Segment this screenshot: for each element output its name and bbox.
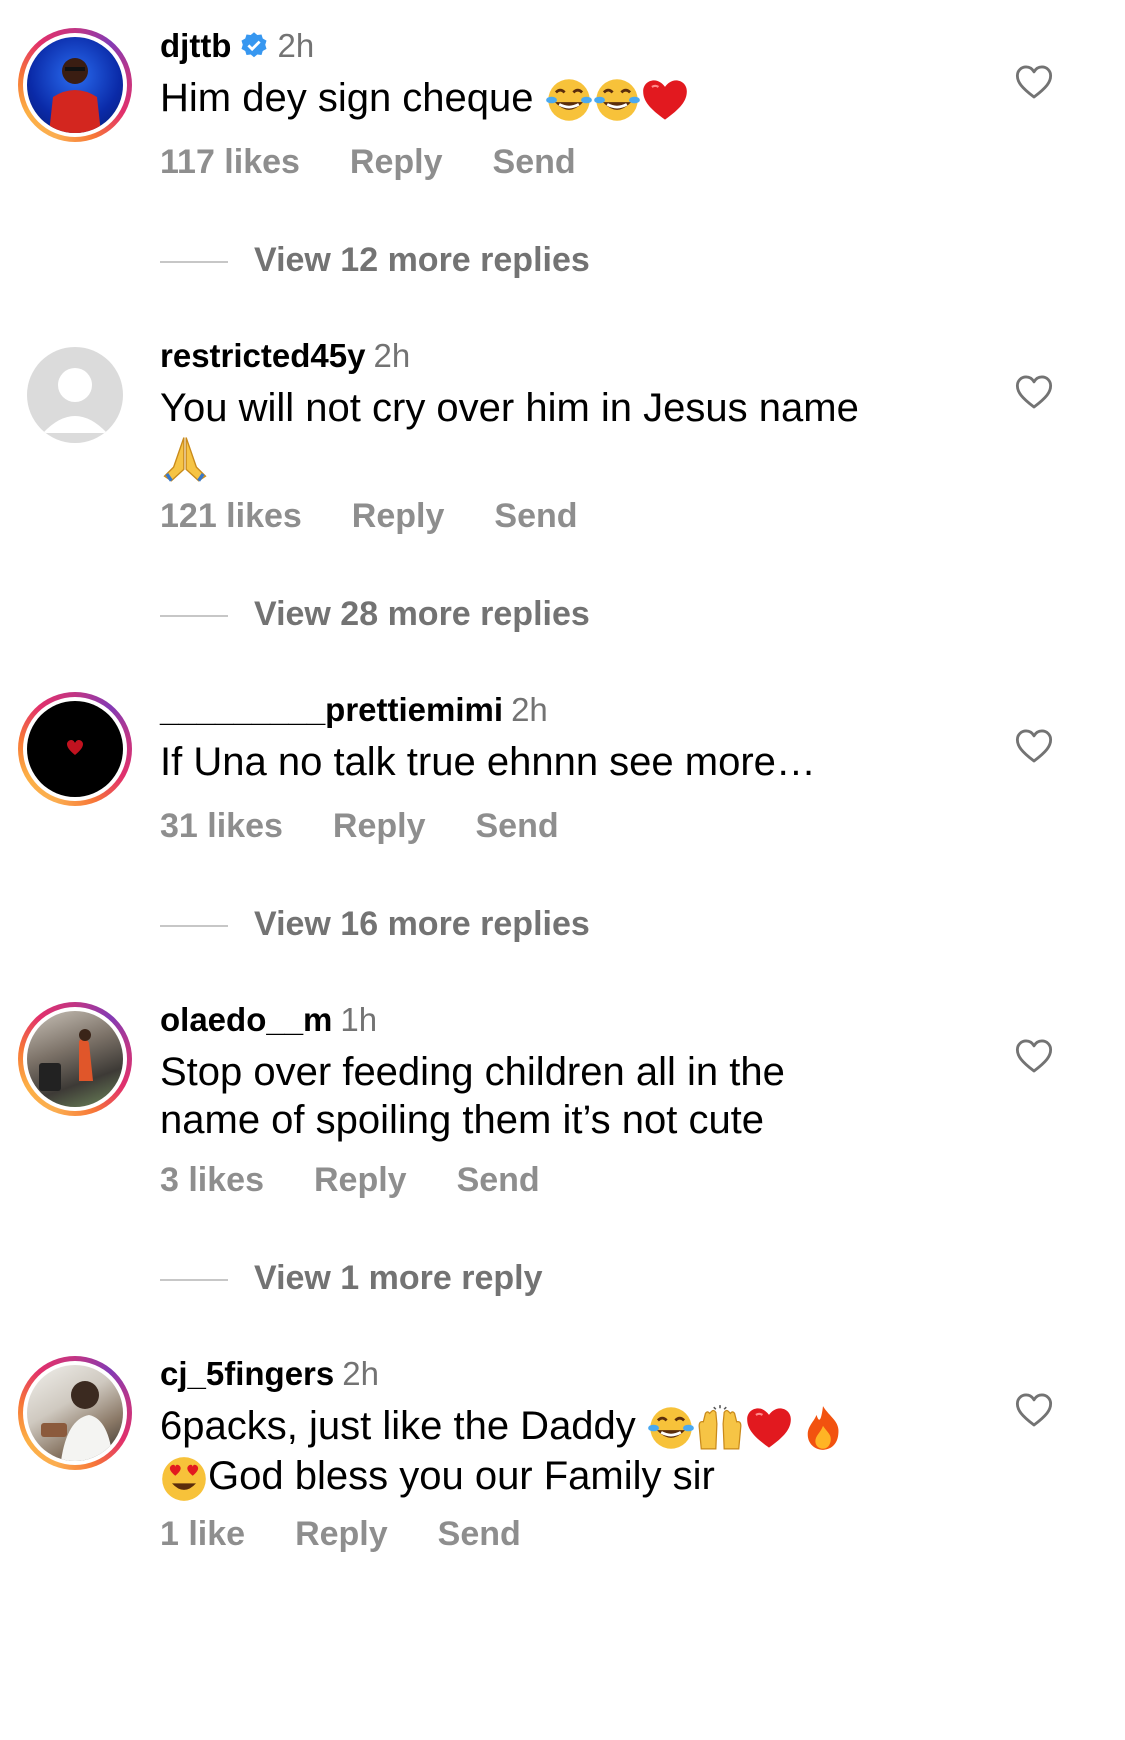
- comment-body: Him dey sign cheque: [160, 76, 534, 120]
- view-replies-label: View 28 more replies: [254, 595, 590, 633]
- send-button[interactable]: Send: [475, 807, 558, 845]
- view-replies-button[interactable]: View 12 more replies: [160, 240, 590, 280]
- comment-actions: 1 like Reply Send: [160, 1514, 571, 1554]
- comment-actions: 31 likes Reply Send: [160, 806, 609, 846]
- send-button[interactable]: Send: [494, 497, 577, 535]
- comment-body: You will not cry over him in Jesus name: [160, 386, 859, 430]
- comment-header: olaedo__m 1h: [160, 1000, 377, 1040]
- avatar: [27, 1365, 123, 1461]
- fire-emoji-icon: [801, 1404, 845, 1452]
- comment-text: Stop over feeding children all in the na…: [160, 1048, 940, 1144]
- comment-header: _________prettiemimi 2h: [160, 690, 548, 730]
- comment-header: restricted45y 2h: [160, 336, 410, 376]
- red-heart-emoji-icon: [641, 78, 689, 122]
- divider-line: [160, 925, 228, 928]
- default-user-icon: [43, 368, 107, 433]
- comment-header: cj_5fingers 2h: [160, 1354, 379, 1394]
- like-heart-icon[interactable]: [1015, 1038, 1053, 1074]
- comment-actions: 121 likes Reply Send: [160, 496, 628, 536]
- timestamp: 2h: [277, 27, 315, 64]
- avatar-ring[interactable]: [18, 1356, 132, 1470]
- person-photo-icon: [41, 1381, 113, 1461]
- comment-text: 6packs, just like the Daddy God bless yo…: [160, 1402, 1060, 1503]
- broken-heart-icon: [67, 740, 83, 755]
- send-button[interactable]: Send: [457, 1161, 540, 1199]
- praying-hands-emoji-icon: [160, 433, 210, 483]
- reply-button[interactable]: Reply: [333, 807, 426, 845]
- comment-body-line-1: 6packs, just like the Daddy: [160, 1404, 636, 1448]
- comment-actions: 3 likes Reply Send: [160, 1160, 590, 1200]
- avatar-ring[interactable]: [18, 338, 132, 452]
- comment-body[interactable]: If Una no talk true ehnnn see more…: [160, 740, 816, 784]
- avatar: [27, 347, 123, 443]
- username[interactable]: restricted45y: [160, 337, 365, 374]
- heart-eyes-emoji-icon: [160, 1455, 208, 1503]
- send-button[interactable]: Send: [493, 143, 576, 181]
- divider-line: [160, 615, 228, 618]
- username[interactable]: djttb: [160, 27, 231, 64]
- reply-button[interactable]: Reply: [295, 1515, 388, 1553]
- like-heart-icon[interactable]: [1015, 1392, 1053, 1428]
- comment-actions: 117 likes Reply Send: [160, 142, 626, 182]
- reply-button[interactable]: Reply: [314, 1161, 407, 1199]
- laughing-tears-emoji-icon: [647, 1404, 695, 1452]
- avatar: [27, 1011, 123, 1107]
- likes-count[interactable]: 1 like: [160, 1515, 245, 1553]
- comment-body-line-2: God bless you our Family sir: [208, 1454, 715, 1499]
- divider-line: [160, 1279, 228, 1282]
- username[interactable]: _________prettiemimi: [160, 691, 503, 728]
- comment-text: If Una no talk true ehnnn see more…: [160, 738, 940, 786]
- laughing-tears-emoji-icon: [593, 76, 641, 124]
- avatar-ring[interactable]: [18, 692, 132, 806]
- view-replies-button[interactable]: View 1 more reply: [160, 1258, 543, 1298]
- like-heart-icon[interactable]: [1015, 64, 1053, 100]
- timestamp: 1h: [340, 1001, 378, 1038]
- view-replies-label: View 12 more replies: [254, 241, 590, 279]
- comment-body-line-1: Stop over feeding children all in the: [160, 1050, 785, 1094]
- person-photo-icon: [39, 1029, 93, 1091]
- username[interactable]: cj_5fingers: [160, 1355, 334, 1392]
- reply-button[interactable]: Reply: [350, 143, 443, 181]
- likes-count[interactable]: 121 likes: [160, 497, 302, 535]
- timestamp: 2h: [511, 691, 548, 728]
- send-button[interactable]: Send: [438, 1515, 521, 1553]
- username[interactable]: olaedo__m: [160, 1001, 332, 1038]
- view-replies-label: View 16 more replies: [254, 905, 590, 943]
- view-replies-button[interactable]: View 16 more replies: [160, 904, 590, 944]
- red-heart-emoji-icon: [745, 1406, 793, 1450]
- person-photo-icon: [49, 58, 101, 133]
- view-replies-label: View 1 more reply: [254, 1259, 543, 1297]
- laughing-tears-emoji-icon: [545, 76, 593, 124]
- avatar: [27, 37, 123, 133]
- likes-count[interactable]: 31 likes: [160, 807, 283, 845]
- avatar-ring[interactable]: [18, 28, 132, 142]
- verified-badge-icon: [239, 30, 269, 70]
- reply-button[interactable]: Reply: [352, 497, 445, 535]
- view-replies-button[interactable]: View 28 more replies: [160, 594, 590, 634]
- divider-line: [160, 261, 228, 264]
- timestamp: 2h: [342, 1355, 379, 1392]
- avatar: [27, 701, 123, 797]
- like-heart-icon[interactable]: [1015, 728, 1053, 764]
- raised-hands-emoji-icon: [695, 1405, 745, 1451]
- like-heart-icon[interactable]: [1015, 374, 1053, 410]
- likes-count[interactable]: 3 likes: [160, 1161, 264, 1199]
- comment-body-line-2: name of spoiling them it’s not cute: [160, 1098, 765, 1142]
- timestamp: 2h: [373, 337, 411, 374]
- likes-count[interactable]: 117 likes: [160, 143, 300, 181]
- avatar-ring[interactable]: [18, 1002, 132, 1116]
- comment-text: You will not cry over him in Jesus name: [160, 384, 940, 483]
- comment-header: djttb 2h: [160, 26, 314, 70]
- comment-text: Him dey sign cheque: [160, 74, 940, 124]
